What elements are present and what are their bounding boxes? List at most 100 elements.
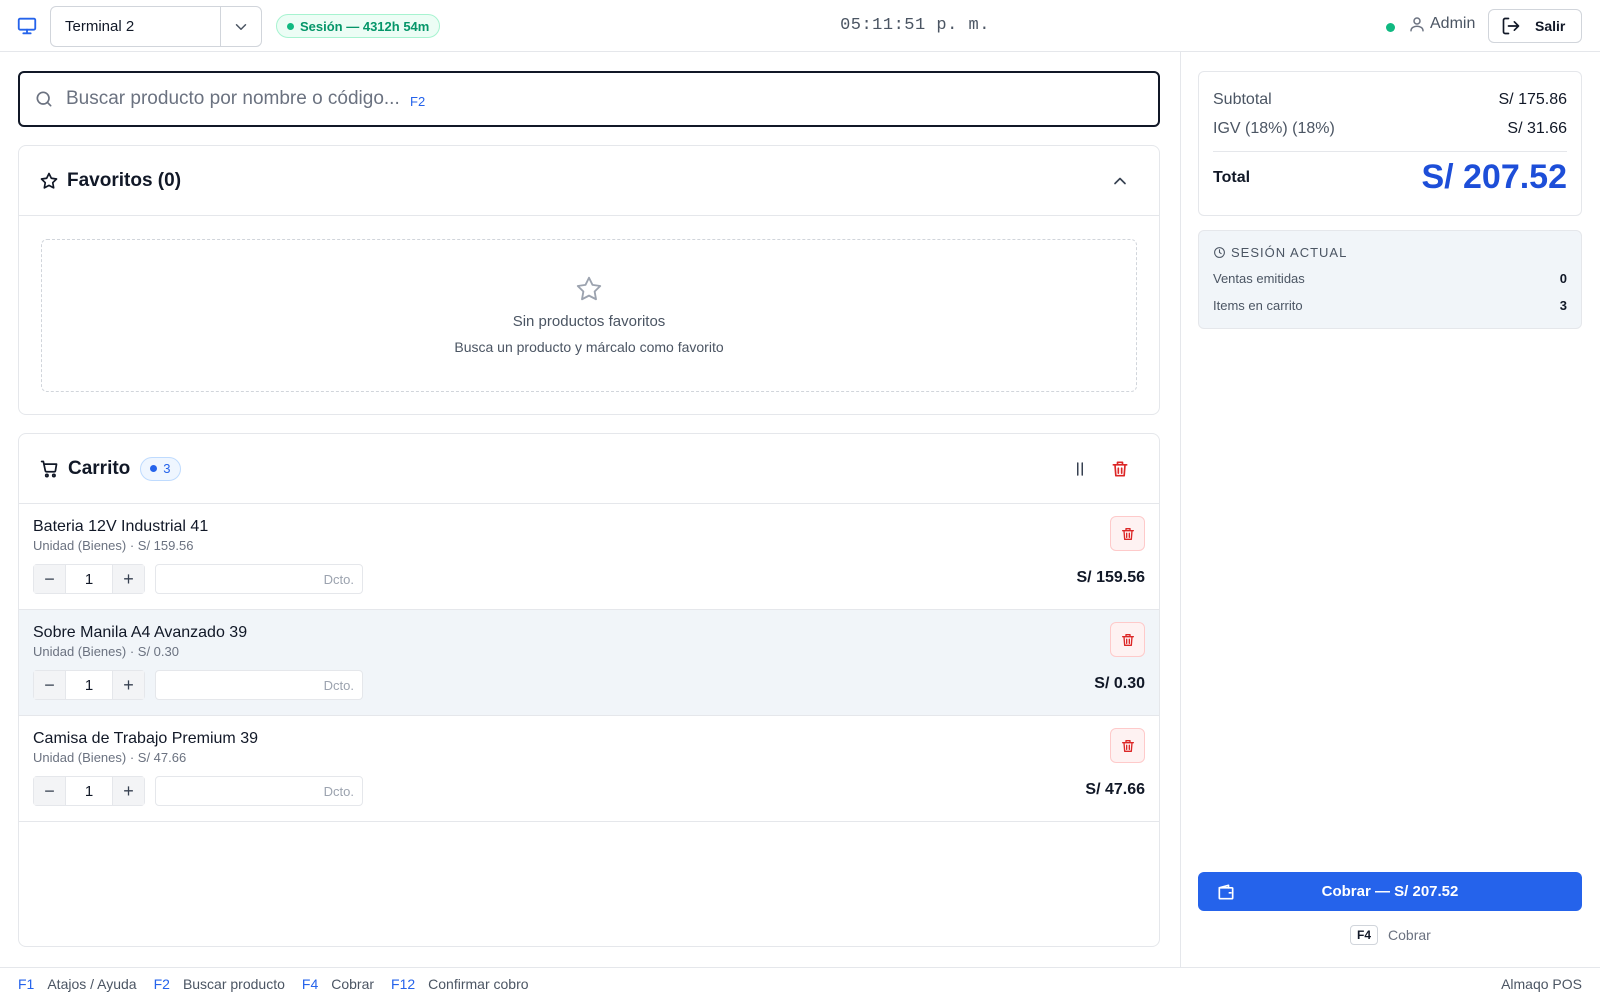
item-unit-price: Unidad (Bienes) · S/ 159.56	[33, 538, 194, 553]
item-unit-price: Unidad (Bienes) · S/ 0.30	[33, 644, 179, 659]
session-label: Sesión — 4312h 54m	[300, 18, 430, 34]
item-name: Sobre Manila A4 Avanzado 39	[33, 624, 248, 641]
terminal-select[interactable]: Terminal 2	[50, 6, 262, 47]
discount-field[interactable]	[155, 776, 363, 806]
clock: 05:11:51 p. m.	[840, 16, 990, 35]
shortcut-key: F4	[301, 976, 319, 992]
cart-title: Carrito	[68, 457, 131, 479]
badge-dot-icon	[150, 465, 158, 472]
charge-label: Cobrar — S/ 207.52	[1321, 883, 1459, 900]
terminal-name: Terminal 2	[51, 7, 221, 46]
favorites-header[interactable]: Favoritos (0)	[19, 146, 1159, 216]
clock-icon	[1214, 247, 1225, 258]
discount-field[interactable]	[155, 564, 363, 594]
user-icon	[1410, 17, 1424, 32]
shortcut-key: F12	[391, 976, 416, 992]
charge-button[interactable]: Cobrar — S/ 207.52	[1198, 872, 1582, 911]
cart-panel: Carrito 3 Bateria 12V Industrial 41 Unid…	[18, 433, 1160, 947]
logout-label: Salir	[1535, 18, 1566, 34]
search-input[interactable]	[66, 88, 406, 110]
logout-button[interactable]: Salir	[1488, 9, 1582, 43]
igv-row: IGV (18%) (18%) S/ 31.66	[1213, 120, 1567, 138]
shortcut-key: F2	[153, 976, 170, 992]
favorites-empty-state: Sin productos favoritos Busca un product…	[41, 239, 1137, 392]
shortcut-label: Atajos / Ayuda	[47, 976, 137, 992]
total-row: Total S/ 207.52	[1213, 158, 1567, 197]
empty-hint: Busca un producto y márcalo como favorit…	[454, 339, 724, 355]
charge-shortcut-hint: F4 Cobrar	[1350, 925, 1431, 945]
items-value: 3	[1559, 298, 1567, 313]
subtotal-label: Subtotal	[1213, 91, 1272, 108]
subtotal-value: S/ 175.86	[1498, 91, 1568, 108]
panel-divider	[1180, 52, 1181, 967]
shortcut-label: Buscar producto	[182, 976, 285, 992]
item-total: S/ 159.56	[1076, 569, 1146, 586]
quantity-stepper: − 1 +	[33, 564, 145, 594]
logout-icon	[1502, 17, 1520, 35]
wallet-icon	[1216, 882, 1236, 907]
shortcut-footer: F1 Atajos / Ayuda F2 Buscar producto F4 …	[0, 967, 1600, 1000]
cart-header: Carrito 3	[19, 434, 1159, 504]
cart-icon	[40, 460, 58, 478]
increase-button[interactable]: +	[113, 777, 144, 805]
cart-count-badge: 3	[140, 456, 181, 481]
chevron-up-icon[interactable]	[1105, 166, 1135, 196]
top-bar: Terminal 2 Sesión — 4312h 54m 05:11:51 p…	[0, 0, 1600, 52]
remove-item-button[interactable]	[1110, 728, 1145, 763]
item-name: Camisa de Trabajo Premium 39	[33, 730, 258, 747]
item-total: S/ 0.30	[1094, 675, 1145, 692]
empty-title: Sin productos favoritos	[512, 313, 666, 330]
increase-button[interactable]: +	[113, 565, 144, 593]
cart-row: Sobre Manila A4 Avanzado 39 Unidad (Bien…	[19, 610, 1159, 716]
quantity-value[interactable]: 1	[65, 777, 113, 805]
search-icon	[34, 89, 54, 109]
items-label: Items en carrito	[1213, 298, 1303, 313]
increase-button[interactable]: +	[113, 671, 144, 699]
charge-hint-label: Cobrar	[1388, 927, 1431, 943]
pause-icon[interactable]	[1065, 454, 1095, 484]
monitor-icon	[16, 15, 38, 37]
chevron-down-icon[interactable]	[221, 7, 261, 46]
session-dot-icon	[287, 22, 294, 30]
subtotal-row: Subtotal S/ 175.86	[1213, 91, 1567, 109]
trash-icon	[1121, 527, 1134, 540]
items-row: Items en carrito 3	[1213, 298, 1567, 313]
quantity-value[interactable]: 1	[65, 565, 113, 593]
igv-label: IGV (18%) (18%)	[1213, 120, 1335, 137]
empty-star-icon	[42, 274, 1136, 309]
sales-value: 0	[1559, 271, 1567, 286]
trash-icon	[1121, 739, 1134, 752]
session-badge: Sesión — 4312h 54m	[276, 14, 441, 38]
item-total: S/ 47.66	[1085, 781, 1145, 798]
total-label: Total	[1213, 168, 1251, 186]
trash-icon	[1121, 633, 1134, 646]
decrease-button[interactable]: −	[34, 565, 65, 593]
total-value: S/ 207.52	[1421, 158, 1567, 196]
remove-item-button[interactable]	[1110, 622, 1145, 657]
quantity-stepper: − 1 +	[33, 776, 145, 806]
item-unit-price: Unidad (Bienes) · S/ 47.66	[33, 750, 187, 765]
totals-divider	[1213, 151, 1567, 152]
remove-item-button[interactable]	[1110, 516, 1145, 551]
product-search[interactable]: F2	[18, 71, 1160, 127]
search-shortcut: F2	[410, 93, 426, 109]
quantity-value[interactable]: 1	[65, 671, 113, 699]
discount-field[interactable]	[155, 670, 363, 700]
cart-row: Bateria 12V Industrial 41 Unidad (Bienes…	[19, 504, 1159, 610]
cart-count: 3	[163, 461, 171, 476]
item-name: Bateria 12V Industrial 41	[33, 518, 209, 535]
session-title: SESIÓN ACTUAL	[1213, 245, 1567, 260]
user-menu[interactable]: Admin	[1408, 15, 1475, 33]
quantity-stepper: − 1 +	[33, 670, 145, 700]
shortcut-label: Confirmar cobro	[428, 976, 529, 992]
app-brand: Almaqo POS	[1501, 976, 1582, 992]
session-summary: SESIÓN ACTUAL Ventas emitidas 0 Items en…	[1198, 230, 1582, 329]
igv-value: S/ 31.66	[1507, 120, 1567, 137]
sales-row: Ventas emitidas 0	[1213, 271, 1567, 286]
user-name: Admin	[1430, 15, 1476, 32]
decrease-button[interactable]: −	[34, 777, 65, 805]
decrease-button[interactable]: −	[34, 671, 65, 699]
clear-cart-trash-icon[interactable]	[1105, 454, 1135, 484]
session-title-label: SESIÓN ACTUAL	[1231, 245, 1348, 260]
star-icon	[40, 172, 58, 189]
